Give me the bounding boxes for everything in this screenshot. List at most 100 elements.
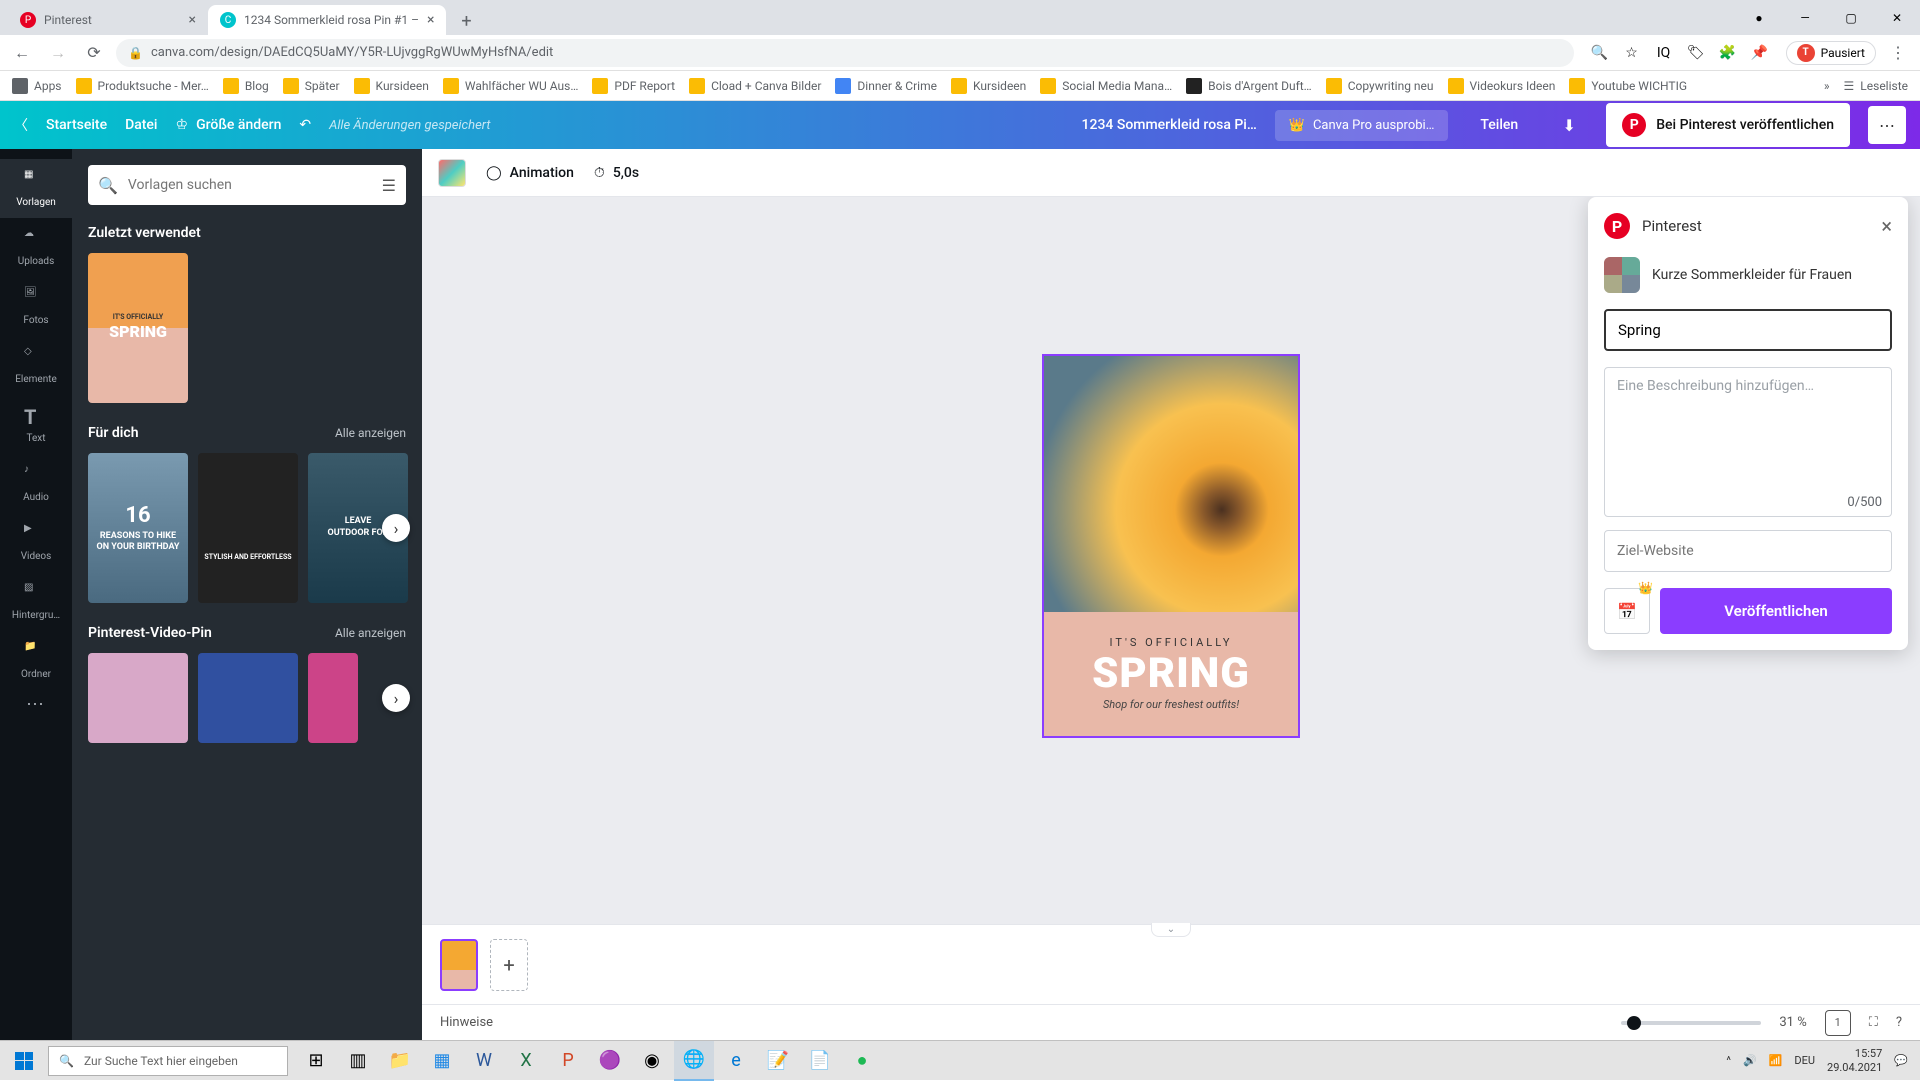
rail-audio[interactable]: ♪Audio	[0, 454, 72, 513]
taskbar-app-icon[interactable]: ◉	[632, 1041, 672, 1081]
close-window-icon[interactable]: ✕	[1874, 3, 1920, 33]
browser-menu-icon[interactable]: ⋮	[1884, 39, 1912, 67]
rail-uploads[interactable]: ☁Uploads	[0, 218, 72, 277]
document-title[interactable]: 1234 Sommerkleid rosa Pi…	[1082, 117, 1257, 133]
rail-more-icon[interactable]: ⋯	[26, 694, 46, 715]
zoom-knob[interactable]	[1627, 1016, 1641, 1030]
tray-clock[interactable]: 15:57 29.04.2021	[1827, 1047, 1882, 1073]
scroll-right-icon[interactable]: ›	[382, 684, 410, 712]
taskbar-app-icon[interactable]: 🟣	[590, 1041, 630, 1081]
taskbar-search[interactable]: 🔍Zur Suche Text hier eingeben	[48, 1046, 288, 1076]
account-dot-icon[interactable]: ●	[1736, 3, 1782, 33]
bookmarks-overflow-icon[interactable]: »	[1824, 79, 1830, 93]
system-tray[interactable]: ^ 🔊 📶 DEU 15:57 29.04.2021 💬	[1714, 1047, 1920, 1073]
add-page-button[interactable]: +	[490, 939, 528, 991]
download-button[interactable]: ⬇	[1550, 106, 1588, 144]
close-panel-icon[interactable]: ×	[1881, 214, 1892, 238]
bookmark-item[interactable]: Cload + Canva Bilder	[689, 78, 821, 94]
page-thumbnail[interactable]	[440, 939, 478, 991]
forward-button[interactable]: →	[44, 39, 72, 67]
zoom-icon[interactable]: 🔍	[1590, 43, 1610, 63]
publish-button[interactable]: Veröffentlichen	[1660, 588, 1892, 634]
start-button[interactable]	[0, 1041, 48, 1081]
bookmark-item[interactable]: Bois d'Argent Duft…	[1186, 78, 1312, 94]
bookmark-item[interactable]: Kursideen	[951, 78, 1026, 94]
design-text-band[interactable]: IT'S OFFICIALLY SPRING Shop for our fres…	[1044, 612, 1298, 736]
bookmark-item[interactable]: Copywriting neu	[1326, 78, 1434, 94]
new-tab-button[interactable]: +	[452, 7, 480, 35]
browser-tab-pinterest[interactable]: P Pinterest ×	[8, 5, 208, 35]
template-thumb[interactable]: STYLISH AND EFFORTLESS	[198, 453, 298, 603]
collapse-pagestrip-icon[interactable]: ⌄	[1151, 923, 1191, 937]
template-thumb[interactable]	[88, 653, 188, 743]
bookmark-item[interactable]: Kursideen	[354, 78, 429, 94]
more-menu-button[interactable]: ⋯	[1868, 106, 1906, 144]
template-thumb[interactable]	[198, 653, 298, 743]
spotify-icon[interactable]: ●	[842, 1041, 882, 1081]
help-icon[interactable]: ?	[1896, 1015, 1902, 1030]
try-pro-button[interactable]: 👑Canva Pro ausprobi…	[1275, 110, 1449, 141]
taskbar-app-icon[interactable]: 📄	[800, 1041, 840, 1081]
schedule-button[interactable]: 📅 👑	[1604, 588, 1650, 634]
word-icon[interactable]: W	[464, 1041, 504, 1081]
duration-button[interactable]: ⏱5,0s	[594, 165, 639, 181]
bookmark-item[interactable]: Blog	[223, 78, 269, 94]
rail-text[interactable]: TText	[0, 395, 72, 454]
back-chevron-icon[interactable]: 〈	[14, 115, 28, 135]
bookmark-item[interactable]: PDF Report	[592, 78, 675, 94]
ext-iq-icon[interactable]: IQ	[1654, 43, 1674, 63]
show-all-link[interactable]: Alle anzeigen	[335, 626, 406, 640]
scroll-right-icon[interactable]: ›	[382, 514, 410, 542]
bookmark-item[interactable]: Videokurs Ideen	[1448, 78, 1556, 94]
reading-list-button[interactable]: ☰Leseliste	[1844, 79, 1908, 93]
fullscreen-icon[interactable]: ⛶	[1869, 1015, 1878, 1030]
board-selector[interactable]: Kurze Sommerkleider für Frauen	[1604, 257, 1892, 293]
bookmark-item[interactable]: Social Media Mana…	[1040, 78, 1172, 94]
zoom-value[interactable]: 31 %	[1779, 1015, 1806, 1030]
volume-icon[interactable]: 🔊	[1743, 1054, 1757, 1067]
tray-lang[interactable]: DEU	[1794, 1054, 1815, 1067]
undo-button[interactable]: ↶	[299, 117, 311, 133]
resize-menu[interactable]: ♔Größe ändern	[176, 117, 282, 133]
taskbar-app-icon[interactable]: ▥	[338, 1041, 378, 1081]
taskbar-app-icon[interactable]: 📝	[758, 1041, 798, 1081]
template-thumb[interactable]	[308, 653, 358, 743]
task-view-icon[interactable]: ⊞	[296, 1041, 336, 1081]
pin-title-input[interactable]	[1604, 309, 1892, 351]
show-all-link[interactable]: Alle anzeigen	[335, 426, 406, 440]
rail-templates[interactable]: ▦Vorlagen	[0, 159, 72, 218]
reload-button[interactable]: ⟳	[80, 39, 108, 67]
bookmark-item[interactable]: Dinner & Crime	[835, 78, 937, 94]
rail-photos[interactable]: 🖼Fotos	[0, 277, 72, 336]
excel-icon[interactable]: X	[506, 1041, 546, 1081]
browser-tab-canva[interactable]: C 1234 Sommerkleid rosa Pin #1 – ×	[208, 5, 446, 35]
share-button[interactable]: Teilen	[1466, 109, 1532, 141]
canvas-stage[interactable]: ⟳ IT'S OFFICIALLY SPRING Shop for our fr…	[422, 197, 1920, 924]
rail-background[interactable]: ▨Hintergru…	[0, 572, 72, 631]
taskbar-app-icon[interactable]: ▦	[422, 1041, 462, 1081]
rail-folders[interactable]: 📁Ordner	[0, 631, 72, 690]
notes-button[interactable]: Hinweise	[440, 1015, 493, 1030]
explorer-icon[interactable]: 📁	[380, 1041, 420, 1081]
notifications-icon[interactable]: 💬	[1894, 1054, 1908, 1067]
pin-target-url-input[interactable]	[1604, 530, 1892, 572]
file-menu[interactable]: Datei	[125, 117, 157, 133]
color-picker-button[interactable]	[438, 159, 466, 187]
ext-pin-icon[interactable]: 📌	[1750, 43, 1770, 63]
bookmark-item[interactable]: Später	[283, 78, 340, 94]
bookmark-item[interactable]: Produktsuche - Mer…	[76, 78, 209, 94]
design-photo[interactable]	[1044, 356, 1298, 612]
bookmark-item[interactable]: Youtube WICHTIG	[1569, 78, 1687, 94]
template-search[interactable]: 🔍 ☰	[88, 165, 406, 205]
publish-pinterest-button[interactable]: P Bei Pinterest veröffentlichen	[1606, 103, 1850, 147]
animation-button[interactable]: ◯Animation	[486, 165, 574, 181]
powerpoint-icon[interactable]: P	[548, 1041, 588, 1081]
search-input[interactable]	[128, 177, 372, 193]
profile-chip[interactable]: T Pausiert	[1786, 41, 1876, 65]
maximize-icon[interactable]: ▢	[1828, 3, 1874, 33]
filter-icon[interactable]: ☰	[382, 176, 396, 195]
grid-view-button[interactable]: 1	[1825, 1010, 1851, 1036]
rail-videos[interactable]: ▶Videos	[0, 513, 72, 572]
back-button[interactable]: ←	[8, 39, 36, 67]
wifi-icon[interactable]: 📶	[1769, 1054, 1783, 1067]
